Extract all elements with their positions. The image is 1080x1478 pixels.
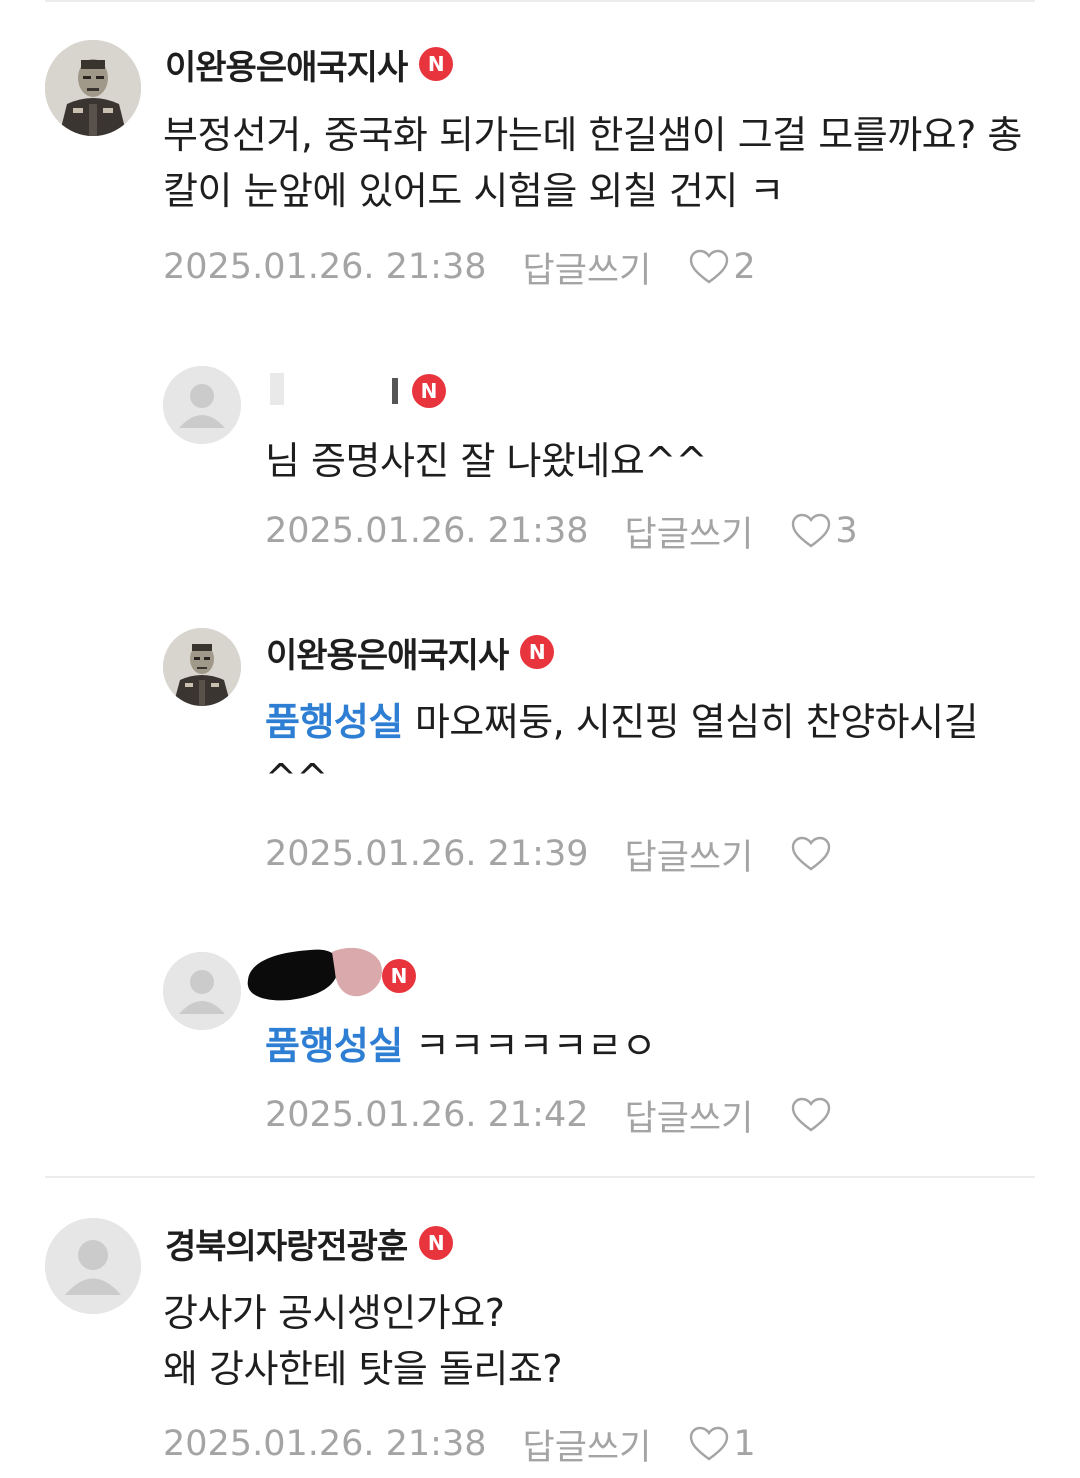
comment-body: ㅋㅋㅋㅋㅋㄹㅇ <box>414 1024 657 1068</box>
like-button[interactable]: 1 <box>689 1424 756 1464</box>
comment-header: N <box>266 952 416 1000</box>
heart-icon <box>690 1426 729 1461</box>
comment-text: 부정선거, 중국화 되가는데 한길샘이 그걸 모를까요? 총칼이 눈앞에 있어도… <box>163 107 1023 219</box>
timestamp: 2025.01.26. 21:38 <box>265 511 589 551</box>
redaction-mark <box>270 373 284 405</box>
comment-line: 강사가 공시생인가요? <box>163 1291 505 1335</box>
avatar[interactable] <box>163 628 241 706</box>
like-button[interactable]: 3 <box>791 511 858 551</box>
top-divider <box>45 0 1035 2</box>
timestamp: 2025.01.26. 21:39 <box>265 834 589 874</box>
mention-link[interactable]: 품행성실 <box>265 700 403 744</box>
heart-icon <box>792 836 831 871</box>
portrait-photo-icon <box>45 40 141 136</box>
avatar[interactable] <box>45 1218 141 1314</box>
reply-button[interactable]: 답글쓰기 <box>523 1419 652 1470</box>
comment-meta: 2025.01.26. 21:42 답글쓰기 <box>265 1090 835 1140</box>
comment-text: 강사가 공시생인가요? 왜 강사한테 탓을 돌리죠? <box>163 1285 1023 1397</box>
redaction-mark <box>392 378 398 404</box>
reply-button[interactable]: 답글쓰기 <box>625 829 754 880</box>
like-button[interactable] <box>791 1097 835 1133</box>
reply-button[interactable]: 답글쓰기 <box>625 1090 754 1141</box>
avatar[interactable] <box>163 366 241 444</box>
comment-header: 경북의자랑전광훈 N <box>165 1219 454 1268</box>
nickname[interactable]: 이완용은애국지사 <box>266 628 509 677</box>
timestamp: 2025.01.26. 21:38 <box>163 247 487 287</box>
timestamp: 2025.01.26. 21:38 <box>163 1424 487 1464</box>
comment-meta: 2025.01.26. 21:38 답글쓰기 1 <box>163 1419 756 1469</box>
comment-line: 왜 강사한테 탓을 돌리죠? <box>163 1347 563 1391</box>
comment-meta: 2025.01.26. 21:38 답글쓰기 2 <box>163 242 756 292</box>
new-badge-icon: N <box>419 1226 454 1260</box>
comment-header: 이완용은애국지사 N <box>165 40 454 89</box>
comment-body: 부정선거, 중국화 되가는데 한길샘이 그걸 모를까요? 총칼이 눈앞에 있어도… <box>163 113 1022 213</box>
heart-icon <box>792 513 831 548</box>
comment-divider <box>45 1176 1035 1178</box>
heart-icon <box>792 1097 831 1132</box>
like-count: 1 <box>733 1424 756 1464</box>
comment-header: N <box>266 367 446 415</box>
comment-text: 품행성실 ㅋㅋㅋㅋㅋㄹㅇ <box>265 1018 1025 1074</box>
comment-meta: 2025.01.26. 21:39 답글쓰기 <box>265 829 835 879</box>
comment-text: 품행성실 마오쩌둥, 시진핑 열심히 찬양하시길 ^^ <box>265 694 1025 806</box>
new-badge-icon: N <box>419 47 454 81</box>
comment-body: 님 증명사진 잘 나왔네요^^ <box>265 439 708 483</box>
like-button[interactable] <box>791 836 835 872</box>
comment-text: 님 증명사진 잘 나왔네요^^ <box>265 433 1025 489</box>
nickname[interactable]: 이완용은애국지사 <box>165 40 408 89</box>
new-badge-icon: N <box>382 959 416 993</box>
new-badge-icon: N <box>412 374 446 408</box>
reply-button[interactable]: 답글쓰기 <box>625 506 754 557</box>
comment-header: 이완용은애국지사 N <box>266 628 555 677</box>
default-avatar-icon <box>45 1218 141 1314</box>
mention-link[interactable]: 품행성실 <box>265 1024 403 1068</box>
like-button[interactable]: 2 <box>689 247 756 287</box>
new-badge-icon: N <box>520 635 555 669</box>
comment-meta: 2025.01.26. 21:38 답글쓰기 3 <box>265 506 858 556</box>
nickname[interactable]: 경북의자랑전광훈 <box>165 1219 408 1268</box>
default-avatar-icon <box>163 952 241 1030</box>
heart-icon <box>690 249 729 284</box>
like-count: 3 <box>835 511 858 551</box>
reply-button[interactable]: 답글쓰기 <box>523 242 652 293</box>
avatar[interactable] <box>163 952 241 1030</box>
avatar[interactable] <box>45 40 141 136</box>
timestamp: 2025.01.26. 21:42 <box>265 1095 589 1135</box>
portrait-photo-icon <box>163 628 241 706</box>
default-avatar-icon <box>163 366 241 444</box>
like-count: 2 <box>733 247 756 287</box>
